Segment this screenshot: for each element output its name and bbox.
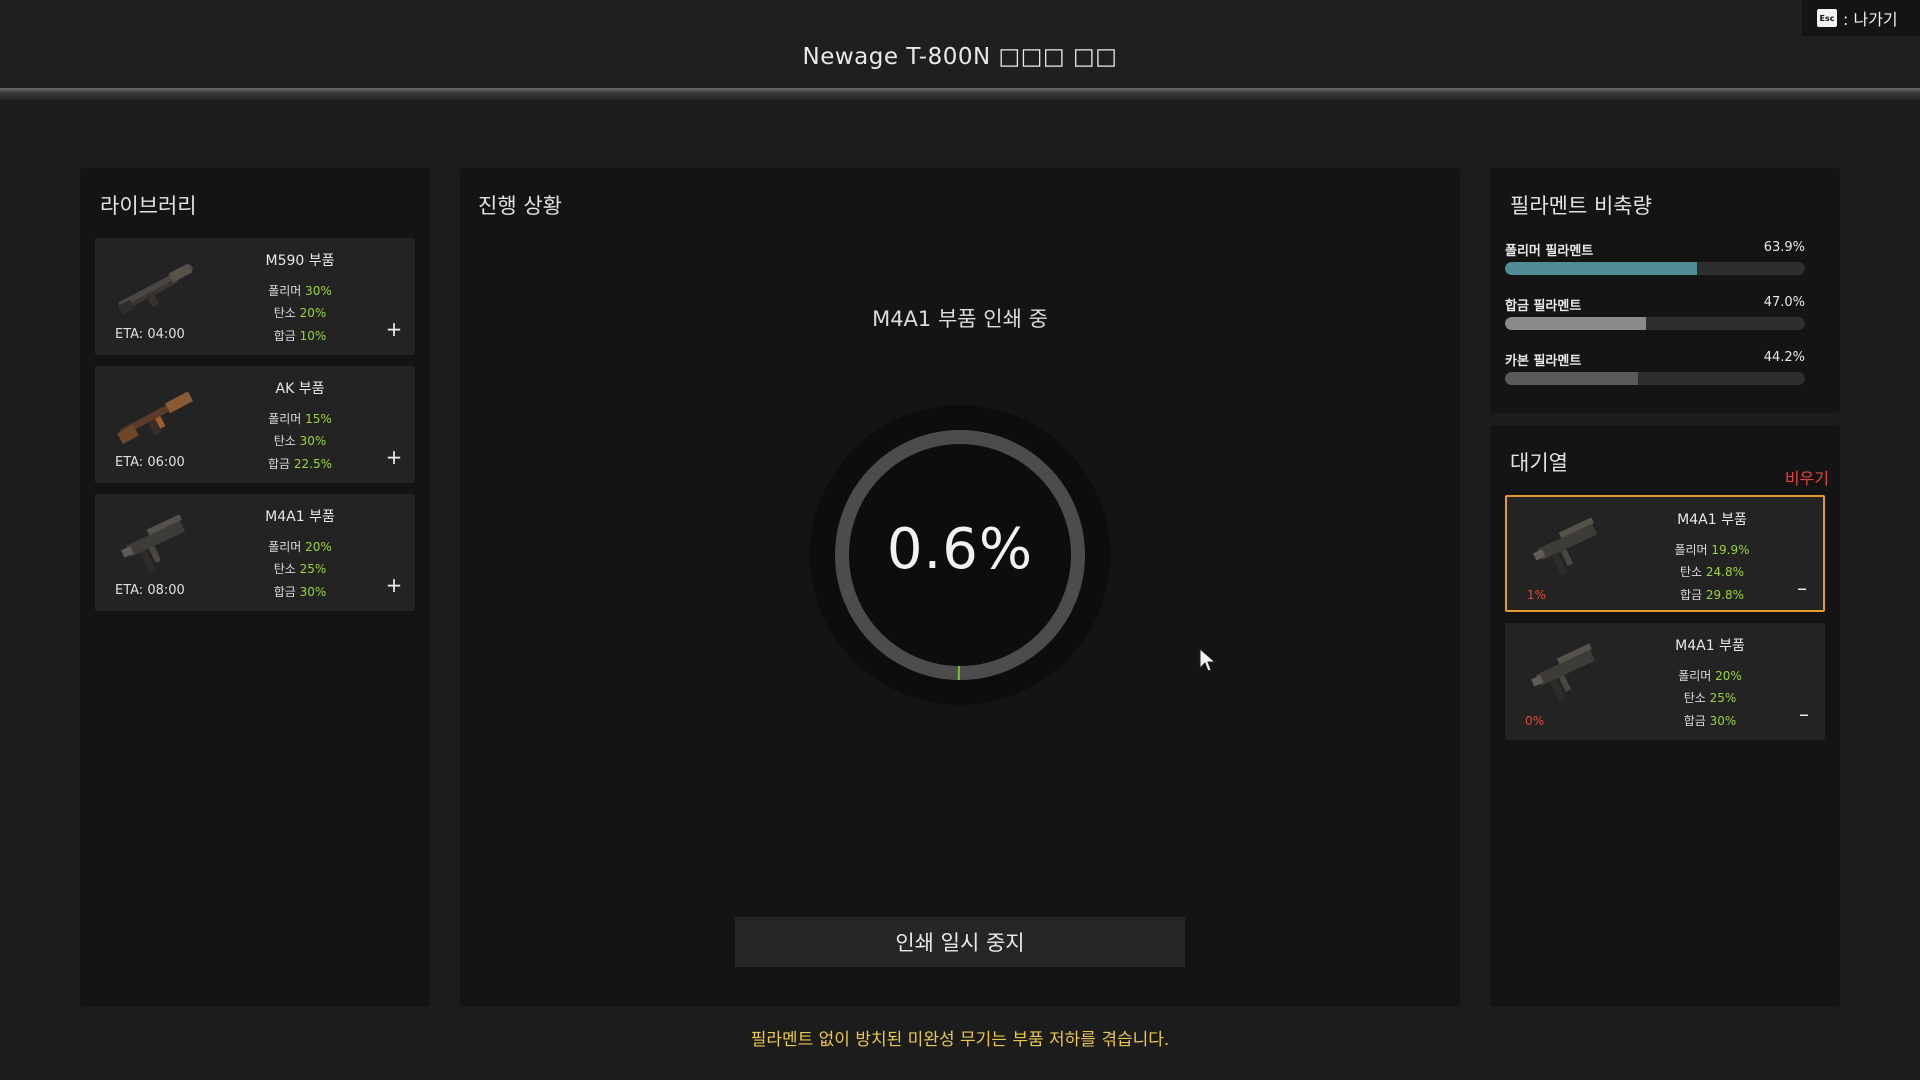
progress-panel: 진행 상황 M4A1 부품 인쇄 중 0.6% 인쇄 일시 중지 xyxy=(460,168,1460,1007)
stock-label: 카본 필라멘트 xyxy=(1505,354,1582,369)
exit-button[interactable]: Esc : 나가기 xyxy=(1802,0,1920,36)
carbon-requirement: 탄소 25% xyxy=(1683,691,1737,705)
item-eta: ETA: 06:00 xyxy=(115,455,185,470)
clear-queue-button[interactable]: 비우기 xyxy=(1785,465,1829,489)
stock-bar-fill xyxy=(1505,317,1646,330)
polymer-requirement: 폴리머 30% xyxy=(268,284,332,298)
library-item[interactable]: AK 부품 폴리머 15% 탄소 30% 합금 22.5% ETA: 06:00… xyxy=(95,366,415,483)
polymer-requirement: 폴리머 15% xyxy=(268,412,332,426)
top-bar: Newage T-800N □□□ □□ xyxy=(0,0,1920,100)
stock-value: 47.0% xyxy=(1763,295,1805,310)
shotgun-icon xyxy=(117,263,194,316)
carbon-requirement: 탄소 30% xyxy=(273,434,327,448)
stock-label: 폴리머 필라멘트 xyxy=(1505,244,1594,259)
stock-bar xyxy=(1505,262,1805,275)
alloy-requirement: 합금 22.5% xyxy=(267,457,333,471)
stock-label: 합금 필라멘트 xyxy=(1505,299,1582,314)
queue-title: 대기열 xyxy=(1510,451,1568,475)
queue-item[interactable]: M4A1 부품 폴리머 19.9% 탄소 24.8% 합금 29.8% 1% – xyxy=(1505,495,1825,612)
library-title: 라이브러리 xyxy=(100,194,197,218)
rifle-parts-icon xyxy=(1531,643,1596,702)
item-eta: ETA: 08:00 xyxy=(115,583,185,598)
page-title: Newage T-800N □□□ □□ xyxy=(802,44,1118,70)
alloy-requirement: 합금 30% xyxy=(1683,714,1737,728)
stock-bar xyxy=(1505,317,1805,330)
item-name: AK 부품 xyxy=(275,381,325,397)
queue-item[interactable]: M4A1 부품 폴리머 20% 탄소 25% 합금 30% 0% – xyxy=(1505,623,1825,740)
progress-percent: 0.6% xyxy=(886,517,1034,582)
add-to-queue-button[interactable]: + xyxy=(385,575,403,595)
remove-from-queue-button[interactable]: – xyxy=(1795,704,1813,724)
stock-title: 필라멘트 비축량 xyxy=(1510,194,1652,218)
carbon-requirement: 탄소 24.8% xyxy=(1679,565,1745,579)
library-item[interactable]: M590 부품 폴리머 30% 탄소 20% 합금 10% ETA: 04:00… xyxy=(95,238,415,355)
rifle-icon xyxy=(117,391,194,444)
carbon-requirement: 탄소 20% xyxy=(273,306,327,320)
item-name: M4A1 부품 xyxy=(265,509,335,525)
queue-panel: 대기열 비우기 M4A1 부품 폴리머 19.9% 탄소 24.8% 합금 29… xyxy=(1490,425,1840,1007)
exit-label: : 나가기 xyxy=(1843,10,1898,29)
polymer-requirement: 폴리머 20% xyxy=(1678,669,1742,683)
alloy-requirement: 합금 30% xyxy=(273,585,327,599)
mouse-cursor-icon xyxy=(1199,648,1217,672)
item-eta: ETA: 04:00 xyxy=(115,327,185,342)
esc-key-icon: Esc xyxy=(1817,9,1837,27)
progress-title: 진행 상황 xyxy=(478,194,562,218)
library-item[interactable]: M4A1 부품 폴리머 20% 탄소 25% 합금 30% ETA: 08:00… xyxy=(95,494,415,611)
queue-item-progress: 1% xyxy=(1527,588,1547,602)
rifle-parts-icon xyxy=(121,514,186,573)
stock-bar-fill xyxy=(1505,372,1638,385)
polymer-requirement: 폴리머 20% xyxy=(268,540,332,554)
item-name: M4A1 부품 xyxy=(1675,638,1745,654)
stock-bar-fill xyxy=(1505,262,1697,275)
rifle-parts-icon xyxy=(1533,517,1598,576)
stock-value: 44.2% xyxy=(1763,350,1805,365)
degradation-warning: 필라멘트 없이 방치된 미완성 무기는 부품 저하를 겪습니다. xyxy=(750,1030,1170,1050)
item-name: M4A1 부품 xyxy=(1677,512,1747,528)
filament-stock-panel: 필라멘트 비축량 폴리머 필라멘트 63.9% 합금 필라멘트 47.0% 카본… xyxy=(1490,168,1840,413)
header-divider xyxy=(0,88,1920,100)
polymer-requirement: 폴리머 19.9% xyxy=(1674,543,1750,557)
current-job-label: M4A1 부품 인쇄 중 xyxy=(872,307,1048,331)
stock-value: 63.9% xyxy=(1763,240,1805,255)
add-to-queue-button[interactable]: + xyxy=(385,319,403,339)
remove-from-queue-button[interactable]: – xyxy=(1793,578,1811,598)
pause-print-button[interactable]: 인쇄 일시 중지 xyxy=(735,917,1185,967)
item-name: M590 부품 xyxy=(265,253,335,269)
carbon-requirement: 탄소 25% xyxy=(273,562,327,576)
queue-item-progress: 0% xyxy=(1525,714,1545,728)
alloy-requirement: 합금 29.8% xyxy=(1679,588,1745,602)
library-panel: 라이브러리 M590 부품 폴리머 30% 탄소 20% 합금 10% ETA:… xyxy=(80,168,430,1007)
alloy-requirement: 합금 10% xyxy=(273,329,327,343)
progress-ring: 0.6% xyxy=(810,405,1110,705)
add-to-queue-button[interactable]: + xyxy=(385,447,403,467)
stock-bar xyxy=(1505,372,1805,385)
